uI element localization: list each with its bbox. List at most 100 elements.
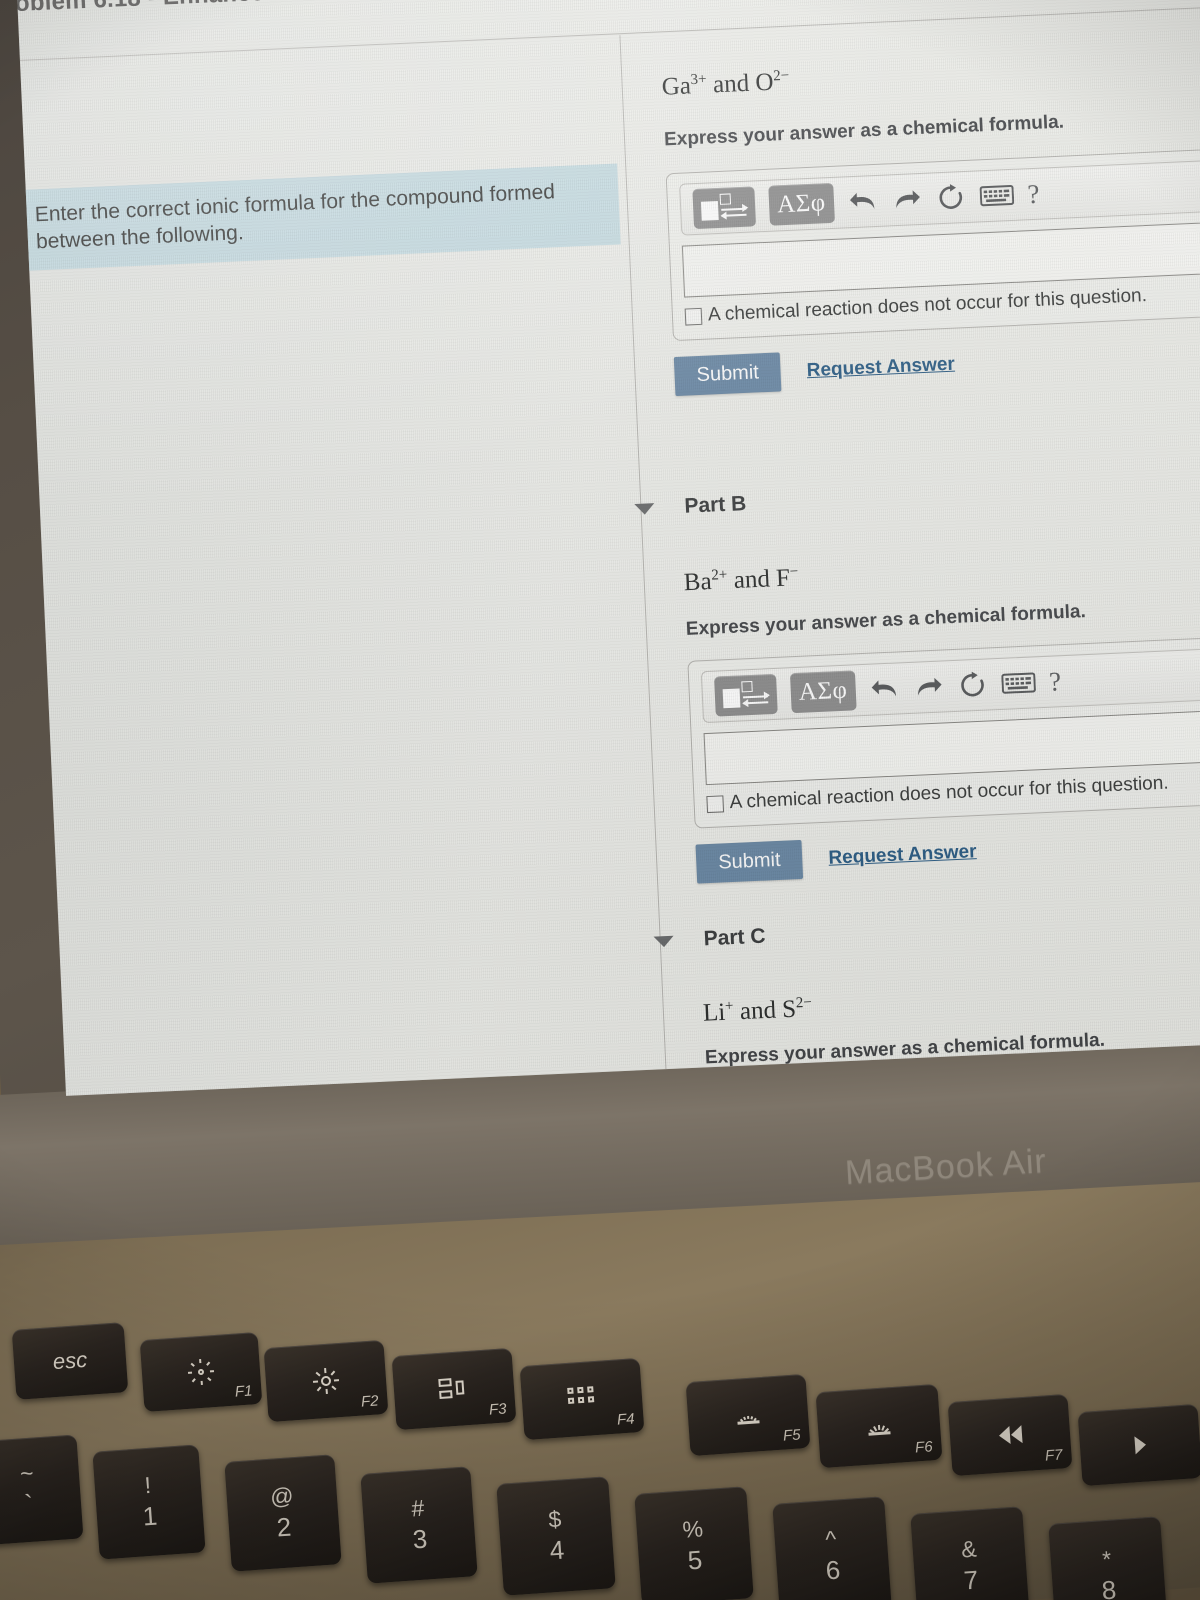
key-6[interactable]: ^ 6 [772,1496,892,1600]
help-icon[interactable]: ? [1027,179,1040,211]
help-icon[interactable]: ? [1048,666,1061,698]
key-f3-label: F3 [488,1400,508,1419]
key-2[interactable]: @ 2 [224,1454,342,1572]
key-esc[interactable]: esc [11,1322,129,1400]
key-8[interactable]: * 8 [1048,1516,1168,1600]
question-prompt-text: Enter the correct ionic formula for the … [34,180,556,254]
symbols-button[interactable]: ΑΣφ [789,670,857,714]
page-title: roblem 6.18 - Enhanced - with Feedback [16,0,469,18]
template-icon [700,193,749,223]
part-b-answer-shell: ΑΣφ ? A chemical reaction does not occur… [687,635,1200,829]
part-b-actions: Submit Request Answer [695,819,1200,884]
key-f7-rewind[interactable]: F7 [947,1393,1073,1477]
part-c-collapse-caret-icon[interactable] [653,935,674,948]
header-divider [19,5,1200,61]
part-c-header[interactable]: Part C [653,902,1200,954]
key-f4-launchpad[interactable]: F4 [519,1357,645,1441]
key-5-label: 5 [686,1544,704,1576]
key-f5-keyboard-backlight-down[interactable]: F5 [685,1373,811,1457]
part-b-charge-a: 2+ [710,566,728,584]
part-a-charge-a: 3+ [690,71,707,89]
reset-icon[interactable] [957,670,988,701]
keyboard-backlight-up-icon [863,1414,894,1438]
key-4[interactable]: $ 4 [496,1476,616,1596]
part-a-answer-shell: ΑΣφ ? A chemical reaction does not occur… [665,148,1200,342]
play-pause-icon [1133,1435,1147,1455]
key-f1-brightness-down[interactable]: F1 [139,1331,263,1413]
photograph-of-laptop: roblem 6.18 - Enhanced - with Feedback E… [0,0,1200,1600]
key-f4-label: F4 [616,1410,636,1429]
key-f8-play-pause[interactable] [1077,1403,1200,1487]
part-b-instruction: Express your answer as a chemical formul… [685,601,1087,641]
part-c-section: Part C Li+ and S2− Express your answer a… [653,902,1200,1072]
part-a-no-reaction-checkbox[interactable] [684,307,703,326]
part-b-ions: Ba2+ and F− [683,543,1200,597]
part-b-no-reaction-checkbox[interactable] [706,795,725,813]
mission-control-icon [438,1377,469,1401]
key-f1-label: F1 [234,1382,254,1401]
part-b-conjunction: and [726,565,777,595]
template-button[interactable] [692,186,757,230]
part-a-actions: Submit Request Answer [673,332,1200,397]
redo-icon[interactable] [891,186,922,213]
key-7[interactable]: & 7 [910,1506,1030,1600]
key-f6-keyboard-backlight-up[interactable]: F6 [815,1383,943,1469]
part-b-charge-b: − [789,563,799,581]
part-b-collapse-caret-icon[interactable] [634,502,655,515]
key-f7-label: F7 [1044,1446,1064,1465]
key-f6-label: F6 [914,1438,934,1457]
key-8-label: 8 [1100,1574,1118,1600]
key-caret-label: ^ [824,1525,838,1553]
part-b-request-answer-link[interactable]: Request Answer [828,841,977,870]
key-1[interactable]: ! 1 [92,1444,206,1560]
launchpad-icon [567,1386,597,1412]
part-a-submit-button[interactable]: Submit [673,352,782,397]
symbols-button[interactable]: ΑΣφ [768,183,835,227]
part-c-ions: Li+ and S2− [702,974,1200,1028]
key-7-label: 7 [962,1564,980,1596]
part-b-section: Part B Ba2+ and F− Express your answer a… [634,469,1200,886]
key-f2-label: F2 [360,1392,380,1411]
keyboard-icon[interactable] [1000,671,1036,696]
key-esc-label: esc [52,1346,88,1375]
part-c-conjunction: and [733,996,783,1026]
part-c-ion-b: S [781,995,797,1024]
sigma-label: ΑΣφ [798,677,848,707]
keyboard-icon[interactable] [979,183,1014,208]
part-b-header[interactable]: Part B [634,469,1200,521]
redo-icon[interactable] [913,674,944,701]
sigma-label: ΑΣφ [776,189,827,219]
key-backtick-label: ` [23,1488,35,1520]
part-b-submit-button[interactable]: Submit [695,840,804,884]
part-a-request-answer-link[interactable]: Request Answer [806,353,955,382]
part-a-math-toolbar: ΑΣφ ? [679,159,1200,236]
key-asterisk-label: * [1101,1545,1113,1573]
key-f5-label: F5 [782,1426,802,1445]
template-icon [722,681,771,711]
part-c-charge-b: 2− [795,994,813,1012]
keyboard-backlight-down-icon [732,1403,763,1427]
key-3[interactable]: # 3 [360,1466,478,1584]
key-percent-label: % [681,1515,704,1543]
key-2-label: 2 [275,1511,293,1543]
key-at-label: @ [269,1482,295,1510]
part-c-title: Part C [703,924,767,951]
part-a-ion-b: O [754,68,775,97]
key-5[interactable]: % 5 [634,1486,754,1600]
part-c-ion-a: Li [702,998,726,1027]
part-b-math-toolbar: ΑΣφ ? [700,647,1200,724]
masteringchemistry-page: roblem 6.18 - Enhanced - with Feedback E… [16,0,1200,1096]
key-backtick-tilde[interactable]: ~ ` [0,1434,84,1546]
reset-icon[interactable] [935,182,966,213]
undo-icon[interactable] [869,676,900,703]
undo-icon[interactable] [847,188,878,215]
template-button[interactable] [714,674,778,717]
key-ampersand-label: & [960,1535,978,1563]
key-tilde-label: ~ [19,1459,35,1487]
key-hash-label: # [410,1494,426,1522]
key-f3-mission-control[interactable]: F3 [391,1347,517,1431]
key-exclamation-label: ! [143,1471,152,1499]
key-6-label: 6 [824,1554,842,1586]
part-b-title: Part B [683,492,747,518]
key-f2-brightness-up[interactable]: F2 [263,1339,389,1423]
